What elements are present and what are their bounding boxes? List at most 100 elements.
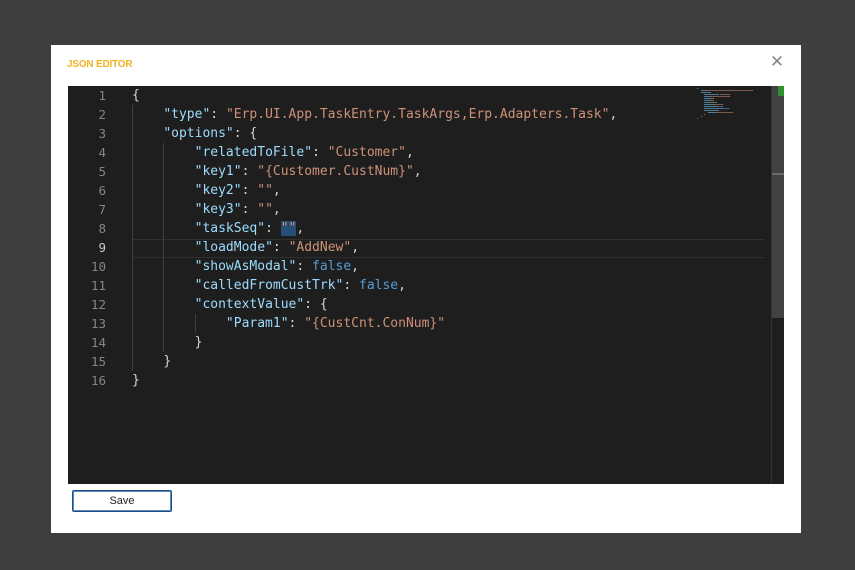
code-token: : <box>343 278 359 293</box>
code-token: , <box>609 107 618 122</box>
line-number: 5 <box>98 164 106 179</box>
minimap-token <box>751 90 753 91</box>
line-number: 16 <box>90 373 106 388</box>
code-token: "Erp.UI.App.TaskEntry.TaskArgs,Erp.Adapt… <box>225 107 610 122</box>
code-line: "Param1": "{CustCnt.ConNum}" <box>132 314 445 333</box>
code-token: "contextValue" <box>194 297 305 312</box>
minimap-token <box>704 110 717 111</box>
minimap-token <box>729 96 731 97</box>
minimap-token <box>707 90 752 91</box>
code-token: "" <box>280 221 297 236</box>
code-token: , <box>351 240 360 255</box>
code-token: "{Customer.CustNum}" <box>257 164 414 179</box>
code-token: "options" <box>163 126 234 141</box>
minimap-token <box>716 110 720 111</box>
minimap-token <box>704 104 714 105</box>
minimap[interactable] <box>697 86 767 126</box>
code-token: "Param1" <box>225 316 289 331</box>
line-number: 4 <box>98 145 106 160</box>
code-token: "" <box>257 183 273 198</box>
code-token: : { <box>304 297 328 312</box>
code-line: "key3": "", <box>132 200 281 219</box>
code-line: "calledFromCustTrk": false, <box>132 276 406 295</box>
code-token: : <box>296 259 313 274</box>
scrollbar-thumb[interactable] <box>772 86 784 318</box>
line-number: 7 <box>98 202 106 217</box>
line-number: 2 <box>98 107 106 122</box>
code-token: "type" <box>163 107 211 122</box>
minimap-token <box>700 116 702 117</box>
line-number: 13 <box>90 316 106 331</box>
code-line: "showAsModal": false, <box>132 257 359 276</box>
code-line: "loadMode": "AddNew", <box>132 238 359 257</box>
minimap-token <box>707 112 715 113</box>
code-line: "key2": "", <box>132 181 281 200</box>
save-button[interactable]: Save <box>72 490 172 512</box>
code-token: , <box>272 183 281 198</box>
code-token: "loadMode" <box>194 240 273 255</box>
code-token: : <box>265 221 281 236</box>
code-token: , <box>351 259 359 274</box>
minimap-token <box>728 94 730 95</box>
minimap-token <box>704 106 716 107</box>
minimap-token <box>722 106 724 107</box>
code-token: : <box>312 145 328 160</box>
code-token: } <box>194 335 203 350</box>
minimap-token <box>708 92 712 93</box>
code-line: } <box>132 371 140 390</box>
code-token: : <box>272 240 289 255</box>
code-token: : <box>288 316 305 331</box>
code-line: "taskSeq": "", <box>132 219 304 238</box>
line-number: 10 <box>90 259 106 274</box>
code-token: } <box>163 354 172 369</box>
minimap-token <box>704 108 722 109</box>
indent-guide <box>194 314 196 333</box>
line-number: 8 <box>98 221 106 236</box>
minimap-token <box>704 102 713 103</box>
line-number: 15 <box>90 354 106 369</box>
minimap-token <box>715 102 717 103</box>
code-editor[interactable]: 1 2 3 4 5 6 7 8 9 10 11 12 13 14 15 16 { "type": "Erp.U… <box>68 86 784 484</box>
code-line: "relatedToFile": "Customer", <box>132 143 414 162</box>
code-line: "key1": "{Customer.CustNum}", <box>132 162 422 181</box>
code-token: "key1" <box>194 164 242 179</box>
code-token: "showAsModal" <box>194 259 297 274</box>
minimap-token <box>716 112 733 113</box>
minimap-token <box>715 104 723 105</box>
line-number: 11 <box>90 278 106 293</box>
scrollbar-cursor-marker <box>772 173 784 175</box>
code-area[interactable]: { "type": "Erp.UI.App.TaskEntry.TaskArgs… <box>132 86 696 484</box>
code-token: "taskSeq" <box>194 221 266 236</box>
dialog-title: JSON EDITOR <box>67 59 133 70</box>
code-token: , <box>413 164 422 179</box>
code-token: false <box>312 259 352 274</box>
minimap-token <box>700 92 709 93</box>
code-token: , <box>296 221 305 236</box>
minimap-token <box>697 88 698 89</box>
code-token: "key2" <box>194 183 242 198</box>
close-icon[interactable]: ✕ <box>769 53 785 71</box>
indent-guide <box>132 105 133 371</box>
minimap-token <box>704 114 706 115</box>
minimap-token <box>713 98 715 99</box>
code-token: "calledFromCustTrk" <box>194 278 344 293</box>
code-token: "" <box>257 202 273 217</box>
line-number: 9 <box>98 240 106 255</box>
code-token: "Customer" <box>327 145 406 160</box>
code-line: } <box>132 333 203 352</box>
code-token: "key3" <box>194 202 242 217</box>
code-token: , <box>272 202 281 217</box>
code-token: "relatedToFile" <box>194 145 313 160</box>
minimap-token <box>704 94 718 95</box>
scrollbar-change-marker <box>778 86 784 96</box>
code-token: false <box>359 278 399 293</box>
code-line: "options": { <box>132 124 257 143</box>
line-number: 1 <box>98 88 106 103</box>
line-number: 3 <box>98 126 106 141</box>
minimap-token <box>722 104 724 105</box>
minimap-token <box>713 100 715 101</box>
code-token: : <box>210 107 226 122</box>
code-line: "type": "Erp.UI.App.TaskEntry.TaskArgs,E… <box>132 105 617 124</box>
